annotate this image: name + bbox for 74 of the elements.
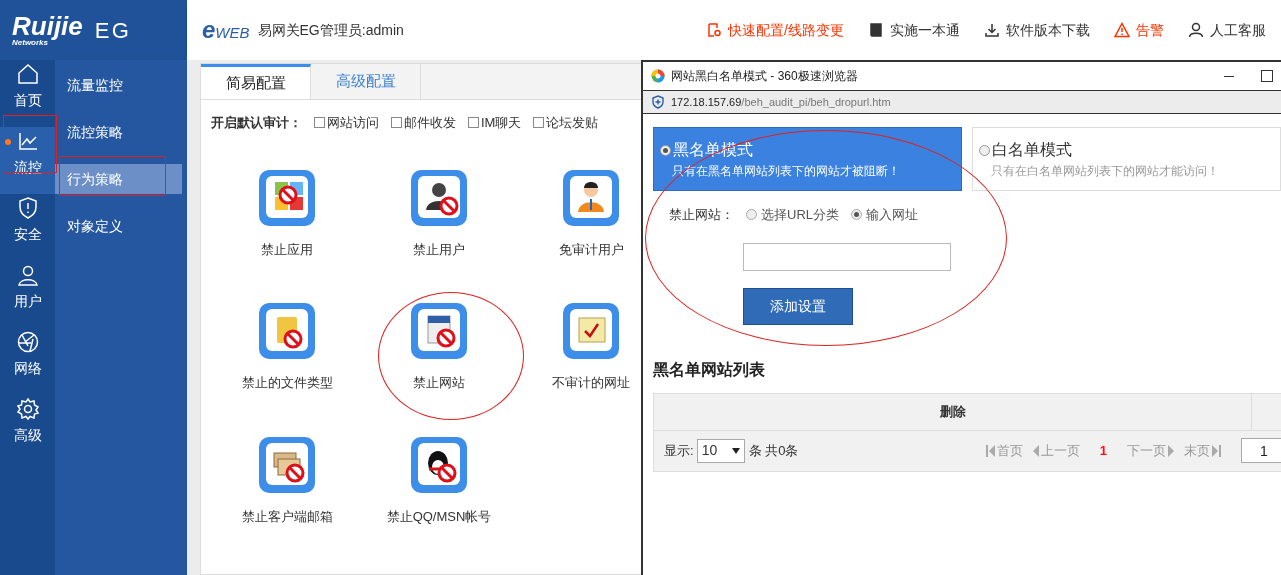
logo-brand: Ruijie: [12, 13, 83, 39]
nav-item[interactable]: 安全: [0, 194, 55, 261]
eweb-logo: eWEB: [202, 15, 250, 45]
submenu-item[interactable]: 流控策略: [55, 117, 182, 147]
globe-icon: [15, 330, 40, 354]
feature-tile[interactable]: 禁止用户: [363, 167, 515, 259]
header-link[interactable]: 实施一本通: [868, 19, 960, 41]
first-page-icon: [985, 444, 995, 457]
header-title: 易网关EG管理员:admin: [257, 20, 404, 40]
audit-checkbox[interactable]: 邮件收发: [391, 113, 456, 133]
list-heading: 黑名单网站列表: [653, 359, 766, 380]
audit-label: 开启默认审计：: [211, 114, 302, 132]
person-icon: [561, 167, 621, 228]
book-icon: [868, 22, 884, 38]
tab[interactable]: 高级配置: [311, 64, 421, 99]
note-check-icon: [561, 301, 621, 361]
home-icon: [15, 62, 40, 86]
download-icon: [984, 22, 1000, 38]
header-link[interactable]: 人工客服: [1188, 19, 1266, 41]
add-settings-button[interactable]: 添加设置: [743, 287, 853, 325]
logo-product: EG: [94, 16, 131, 45]
blocked-webpage-icon: [409, 301, 469, 361]
user-icon: [15, 263, 40, 287]
submenu-item[interactable]: 流量监控: [55, 70, 182, 100]
feature-tile[interactable]: 禁止网站: [363, 301, 515, 393]
header-link[interactable]: 快速配置/线路变更: [706, 19, 844, 41]
tab[interactable]: 简易配置: [201, 64, 311, 99]
url-text: 172.18.157.69/beh_audit_pi/beh_dropurl.htm: [671, 94, 891, 110]
shield-icon: [651, 95, 665, 109]
maximize-button[interactable]: [1261, 70, 1273, 82]
last-page-icon: [1212, 444, 1221, 457]
blocked-file-icon: [257, 301, 317, 361]
submenu-item[interactable]: 对象定义: [55, 211, 182, 241]
blocked-user-icon: [409, 167, 469, 228]
radio-option[interactable]: 输入网址: [851, 205, 918, 225]
feature-tile[interactable]: 禁止应用: [211, 167, 363, 259]
address-bar[interactable]: 172.18.157.69/beh_audit_pi/beh_dropurl.htm: [643, 90, 1281, 114]
gear-document-icon: [706, 22, 723, 38]
page-size-select[interactable]: 10: [696, 438, 745, 463]
radio-icon: [979, 144, 990, 156]
blocked-apps-icon: [257, 167, 317, 228]
nav-item[interactable]: 高级: [0, 395, 55, 462]
header-link[interactable]: 告警: [1114, 19, 1164, 41]
window-title: 网站黑白名单模式 - 360极速浏览器: [671, 68, 858, 85]
warning-icon: [1114, 22, 1130, 38]
audit-checkbox[interactable]: 网站访问: [314, 113, 379, 133]
url-input-field[interactable]: [743, 242, 951, 271]
audit-checkbox[interactable]: 论坛发贴: [533, 113, 599, 133]
dropdown-arrow-icon: [731, 447, 740, 454]
block-site-label: 禁止网站：: [669, 206, 734, 224]
show-label: 显示:: [664, 441, 694, 460]
nav-item[interactable]: 用户: [0, 261, 55, 328]
current-page: 1: [1099, 441, 1107, 460]
caret-right-icon: [1168, 444, 1174, 457]
header-link[interactable]: 软件版本下载: [984, 19, 1090, 41]
audit-checkbox[interactable]: IM聊天: [468, 113, 522, 133]
annotation-rectangle: [3, 115, 57, 173]
page-input-field[interactable]: 1: [1241, 438, 1281, 463]
browser-logo-icon: [651, 69, 665, 83]
feature-tile[interactable]: 禁止QQ/MSN帐号: [363, 434, 515, 526]
nav-item[interactable]: 网络: [0, 328, 55, 395]
settings-icon: [15, 397, 40, 421]
blocked-mail-icon: [257, 434, 317, 495]
feature-tile[interactable]: 禁止客户端邮箱: [211, 434, 363, 526]
radio-option[interactable]: 选择URL分类: [746, 205, 839, 225]
person-icon: [1188, 22, 1204, 38]
mode-option[interactable]: 白名单模式 只有在白名单网站列表下的网站才能访问！: [972, 127, 1281, 191]
record-count: 条 共0条: [748, 441, 799, 460]
caret-left-icon: [1032, 444, 1039, 457]
feature-tile[interactable]: 禁止的文件类型: [211, 301, 363, 393]
radio-icon: [660, 144, 671, 156]
column-header: 删除: [654, 393, 1252, 430]
logo-sub: Networks: [12, 39, 48, 47]
nav-item[interactable]: 首页: [0, 60, 55, 127]
